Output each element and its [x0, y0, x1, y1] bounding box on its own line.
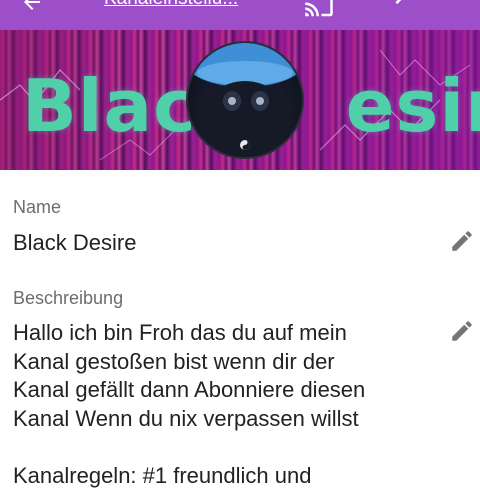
share-icon[interactable]: [392, 0, 418, 19]
avatar-cat-image: [188, 43, 302, 157]
back-arrow-icon[interactable]: [18, 0, 46, 16]
page-title: Kanaleinstellu...: [104, 0, 238, 10]
edit-name-icon[interactable]: [449, 228, 475, 254]
name-label: Name: [13, 197, 62, 217]
app-bar: Kanaleinstellu...: [0, 0, 480, 30]
edit-description-icon[interactable]: [449, 318, 475, 344]
channel-name-value: Black Desire: [13, 230, 137, 255]
more-vert-icon[interactable]: [468, 0, 478, 15]
cast-icon[interactable]: [302, 0, 336, 25]
channel-description-value: Hallo ich bin Froh das du auf mein Kanal…: [13, 320, 366, 488]
description-label: Beschreibung: [13, 288, 124, 308]
channel-avatar[interactable]: [186, 41, 304, 159]
